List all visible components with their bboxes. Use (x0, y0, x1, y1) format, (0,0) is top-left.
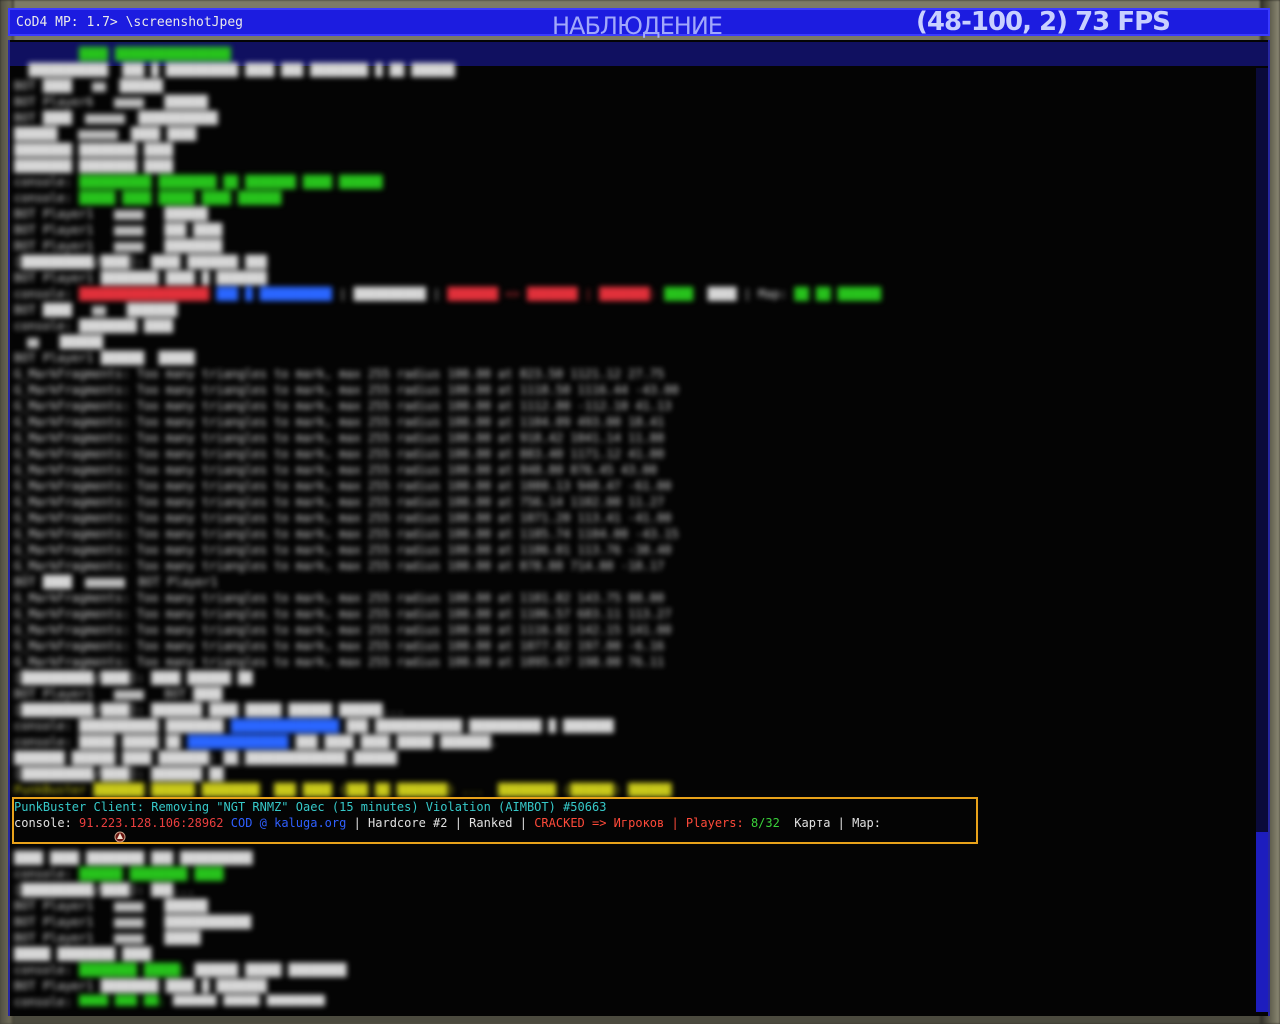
console-log-blurred: ████ ████████████████ ███████████ ███ █ … (14, 47, 882, 1006)
console-prefix: console: (14, 816, 80, 830)
server-info-line: console: 91.223.128.106:28962 COD @ kalu… (14, 815, 881, 831)
players-count: 8/32 (750, 816, 780, 830)
server-cod-label: COD @ (223, 816, 275, 830)
console-scroll-thumb[interactable] (1256, 832, 1268, 1012)
console-input-field[interactable]: CoD4 MP: 1.7> \screenshotJpeg (16, 15, 243, 30)
punkbuster-removal-line: PunkBuster Client: Removing "NGT RNMZ" O… (14, 799, 606, 815)
cursor-icon (114, 831, 126, 843)
spectator-label: НАБЛЮДЕНИЕ (552, 12, 723, 40)
console-command: \screenshotJpeg (125, 15, 243, 30)
map-label: Карта | Map: (779, 816, 882, 830)
console-prompt: CoD4 MP: 1.7> (16, 15, 118, 30)
fps-counter: (48-100, 2) 73 FPS (916, 7, 1171, 37)
server-cracked: CRACKED => Игроков | Players: (534, 816, 751, 830)
punkbuster-message: PunkBuster Client: Removing "NGT RNMZ" O… (14, 800, 607, 814)
server-ip: 91.223.128.106:28962 (79, 816, 224, 830)
server-mode: | Hardcore #2 | Ranked | (346, 816, 535, 830)
server-site: kaluga.org (274, 816, 347, 830)
